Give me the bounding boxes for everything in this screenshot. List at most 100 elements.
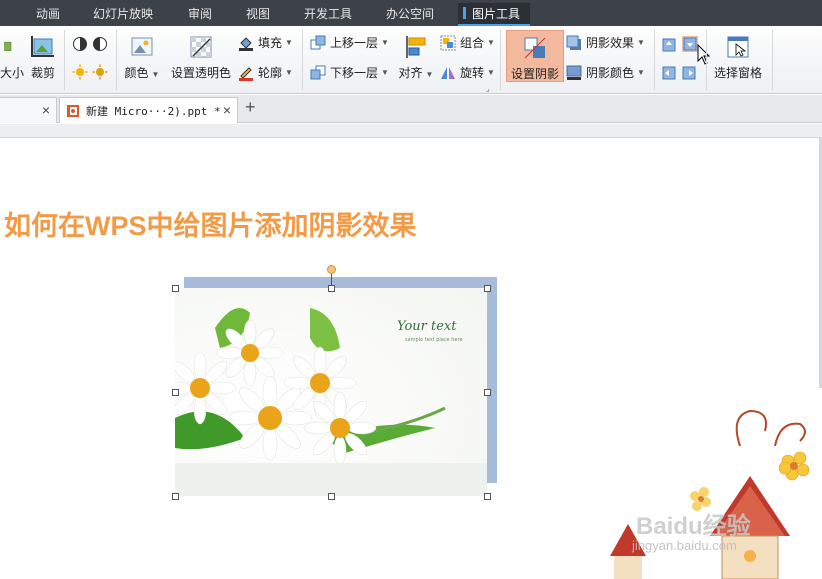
ribbon: 大小 裁剪 颜色 ▼ 设置透明色 填充 ▼ 轮廓 ▼ 上移一层 ▼ 下移一层 ▼ 对齐 <box>0 26 822 94</box>
contrast-decrease-icon[interactable] <box>92 36 108 52</box>
divider <box>772 30 773 90</box>
chevron-down-icon: ▼ <box>425 70 434 79</box>
transparent-color-icon <box>190 36 212 58</box>
menu-animation[interactable]: 动画 <box>36 5 60 22</box>
resize-handle-ne[interactable] <box>484 285 491 292</box>
align-icon <box>406 36 426 58</box>
chevron-down-icon: ▼ <box>381 38 389 47</box>
selection-pane-icon <box>727 36 749 58</box>
group-button[interactable]: 组合 ▼ <box>440 34 495 51</box>
selection-pane-button[interactable]: 选择窗格 <box>712 34 764 81</box>
add-tab-button[interactable]: + <box>245 97 256 118</box>
shadow-color-button[interactable]: 阴影颜色 ▼ <box>566 64 645 81</box>
chevron-down-icon: ▼ <box>285 68 293 77</box>
chevron-down-icon: ▼ <box>487 68 495 77</box>
rotation-handle[interactable] <box>327 265 336 274</box>
fill-bucket-icon <box>239 36 253 51</box>
document-title: 新建 Micro···2).ppt * <box>86 104 221 118</box>
divider <box>302 30 303 90</box>
decorative-houses-illustration <box>610 409 810 579</box>
divider <box>706 30 707 90</box>
menu-review[interactable]: 审阅 <box>188 5 212 22</box>
divider <box>116 30 117 90</box>
group-icon <box>440 35 456 50</box>
resize-handle-sw[interactable] <box>172 493 179 500</box>
resize-handle-e[interactable] <box>484 389 491 396</box>
menu-developer[interactable]: 开发工具 <box>304 5 352 22</box>
fill-button[interactable]: 填充 ▼ <box>238 34 293 51</box>
crop-button[interactable]: 裁剪 <box>28 34 58 81</box>
size-button[interactable]: 大小 <box>0 34 25 81</box>
selection-pane-label: 选择窗格 <box>713 66 762 80</box>
menu-office-space[interactable]: 办公空间 <box>386 5 434 22</box>
contrast-increase-icon[interactable] <box>72 36 88 52</box>
shadow-color-label: 阴影颜色 <box>586 66 635 80</box>
slide-canvas[interactable]: 如何在WPS中给图片添加阴影效果 Your text sample text p… <box>0 138 822 579</box>
resize-handle-n[interactable] <box>328 285 335 292</box>
set-shadow-button[interactable]: 设置阴影 <box>506 30 564 82</box>
shadow-toggle-icon <box>524 37 546 59</box>
resize-handle-w[interactable] <box>172 389 179 396</box>
presentation-file-icon <box>67 104 79 117</box>
outline-button[interactable]: 轮廓 ▼ <box>238 64 293 81</box>
fill-label: 填充 <box>258 36 283 50</box>
send-backward-icon <box>310 65 326 79</box>
shadow-effect-icon <box>566 35 581 50</box>
resize-handle-se[interactable] <box>484 493 491 500</box>
slide-title[interactable]: 如何在WPS中给图片添加阴影效果 <box>4 204 417 243</box>
bring-forward-icon <box>310 35 326 49</box>
document-tab-bar: × 新建 Micro···2).ppt * × + <box>0 95 822 123</box>
align-button[interactable]: 对齐 ▼ <box>396 34 436 81</box>
daisy-picture: Your text sample text place here <box>175 288 487 496</box>
baidu-watermark-url: jingyan.baidu.com <box>632 538 737 553</box>
set-shadow-label: 设置阴影 <box>510 67 559 81</box>
rotate-button[interactable]: 旋转 ▼ <box>440 64 495 81</box>
nudge-shadow-up-icon[interactable] <box>662 38 676 52</box>
size-icon <box>4 41 12 52</box>
color-button[interactable]: 颜色 ▼ <box>122 34 162 81</box>
close-tab-icon[interactable]: × <box>223 102 231 118</box>
nudge-shadow-down-icon[interactable] <box>682 36 698 52</box>
rotate-label: 旋转 <box>460 66 485 80</box>
shadow-effect-button[interactable]: 阴影效果 ▼ <box>566 34 645 51</box>
chevron-down-icon: ▼ <box>487 38 495 47</box>
brightness-decrease-icon[interactable] <box>92 64 108 80</box>
menu-bar: 动画 幻灯片放映 审阅 视图 开发工具 办公空间 图片工具 <box>0 0 822 26</box>
menu-slideshow[interactable]: 幻灯片放映 <box>93 5 153 22</box>
chevron-down-icon: ▼ <box>637 68 645 77</box>
chevron-down-icon: ▼ <box>285 38 293 47</box>
picture-text-sub: sample text place here <box>405 337 463 343</box>
crop-icon <box>31 36 54 57</box>
nudge-shadow-right-icon[interactable] <box>682 66 696 80</box>
dialog-launcher-icon[interactable]: ⌟ <box>486 84 490 93</box>
divider <box>654 30 655 90</box>
outline-pen-icon <box>239 66 253 81</box>
chevron-down-icon: ▼ <box>381 68 389 77</box>
bring-forward-label: 上移一层 <box>330 36 379 50</box>
nudge-shadow-left-icon[interactable] <box>662 66 676 80</box>
mouse-cursor-icon <box>697 44 711 65</box>
set-transparent-button[interactable]: 设置透明色 <box>170 34 232 81</box>
size-label: 大小 <box>0 66 25 80</box>
rotate-icon <box>441 66 455 79</box>
menu-picture-tools[interactable]: 图片工具 <box>458 3 531 26</box>
chevron-down-icon: ▼ <box>151 70 160 79</box>
shadow-effect-label: 阴影效果 <box>586 36 635 50</box>
send-backward-button[interactable]: 下移一层 ▼ <box>310 64 389 81</box>
resize-handle-s[interactable] <box>328 493 335 500</box>
brightness-increase-icon[interactable] <box>72 64 88 80</box>
rotation-stem <box>331 273 332 286</box>
resize-handle-nw[interactable] <box>172 285 179 292</box>
align-label: 对齐 <box>398 66 423 80</box>
baidu-watermark-logo: Baidu经验 <box>636 513 751 540</box>
picture-text-main: Your text <box>397 319 457 334</box>
selected-picture[interactable]: Your text sample text place here <box>175 288 487 496</box>
chevron-down-icon: ▼ <box>637 38 645 47</box>
shadow-color-icon <box>566 65 582 80</box>
bring-forward-button[interactable]: 上移一层 ▼ <box>310 34 389 51</box>
tab-active-document[interactable]: 新建 Micro···2).ppt * × <box>59 97 238 123</box>
tab-previous-document[interactable]: × <box>0 97 57 123</box>
ruler-strip <box>0 124 822 138</box>
menu-view[interactable]: 视图 <box>246 5 270 22</box>
close-tab-icon[interactable]: × <box>42 102 50 118</box>
